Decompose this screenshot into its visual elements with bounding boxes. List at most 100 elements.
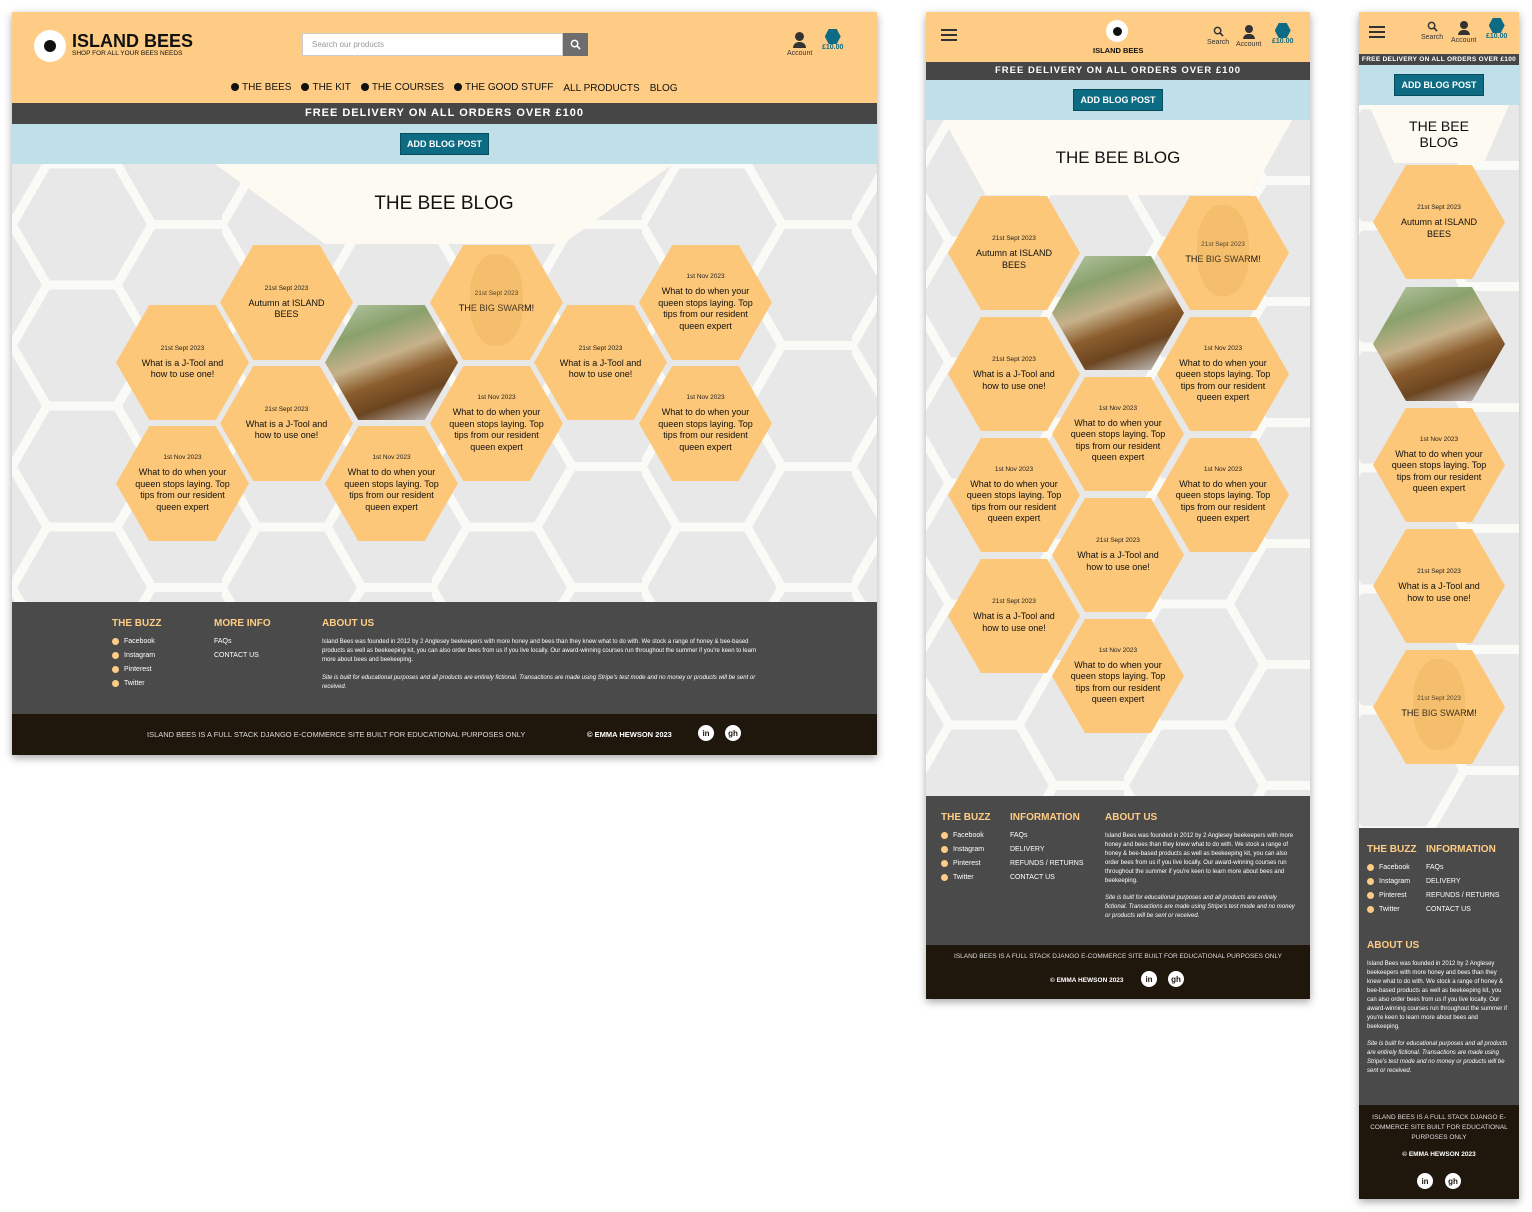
blog-card-queen[interactable]: 1st Nov 2023 What to do when your queen s… [325, 426, 458, 541]
nav-the-good-stuff[interactable]: THE GOOD STUFF [454, 82, 553, 93]
footer-about: ABOUT US Island Bees was founded in 2012… [1367, 940, 1511, 1076]
footer-link-instagram[interactable]: Instagram [941, 846, 990, 853]
footer-link-facebook[interactable]: Facebook [1367, 864, 1416, 871]
footer-link-faqs[interactable]: FAQs [1426, 864, 1500, 871]
bag-total: £10.00 [822, 44, 844, 51]
footer-link-contact[interactable]: CONTACT US [1426, 906, 1500, 913]
nav-all-products[interactable]: ALL PRODUCTS [563, 83, 639, 94]
linkedin-icon[interactable]: in [698, 725, 714, 741]
blog-card-queen[interactable]: 1st Nov 2023 What to do when your queen s… [948, 438, 1080, 552]
blog-card-jtool[interactable]: 21st Sept 2023 What is a J-Tool and how t… [948, 559, 1080, 673]
add-blog-post-button[interactable]: ADD BLOG POST [1394, 74, 1484, 96]
mobile-view: Search Account £10.00 FREE DELIVERY ON A… [1359, 12, 1519, 1199]
menu-icon[interactable] [1369, 23, 1385, 41]
account-link[interactable]: Account [1236, 25, 1261, 48]
search-link[interactable]: Search [1207, 26, 1229, 46]
add-blog-post-button[interactable]: ADD BLOG POST [1073, 89, 1163, 111]
footer-link-contact[interactable]: CONTACT US [1010, 874, 1084, 881]
brand-tagline: SHOP FOR ALL YOUR BEES NEEDS [72, 50, 183, 57]
account-link[interactable]: Account [1451, 21, 1476, 44]
blog-card-swarm[interactable]: 21st Sept 2023 THE BIG SWARM! [1157, 196, 1289, 310]
blog-card-queen[interactable]: 1st Nov 2023 What to do when your queen s… [430, 366, 563, 481]
blog-card-autumn[interactable]: 21st Sept 2023 Autumn at ISLAND BEES [948, 196, 1080, 310]
footer-link-pinterest[interactable]: Pinterest [941, 860, 990, 867]
footer-link-instagram[interactable]: Instagram [1367, 878, 1416, 885]
bee-logo-icon[interactable] [1106, 20, 1128, 42]
footer-link-facebook[interactable]: Facebook [941, 832, 990, 839]
footer-link-twitter[interactable]: Twitter [1367, 906, 1416, 913]
footer-link-contact[interactable]: CONTACT US [214, 652, 271, 659]
bag-link[interactable]: £10.00 [822, 29, 843, 51]
footer-link-instagram[interactable]: Instagram [112, 652, 161, 659]
brand-name[interactable]: ISLAND BEES [1093, 46, 1143, 55]
add-blog-post-button[interactable]: ADD BLOG POST [399, 133, 489, 155]
bag-link[interactable]: £10.00 [1486, 18, 1507, 40]
blog-card-queen[interactable]: 1st Nov 2023 What to do when your queen s… [1052, 377, 1184, 491]
blog-card-jtool[interactable]: 21st Sept 2023 What is a J-Tool and how t… [116, 305, 249, 420]
add-post-bar: ADD BLOG POST [926, 80, 1310, 120]
site-header: ISLAND BEES SHOP FOR ALL YOUR BEES NEEDS… [12, 12, 877, 103]
search-link[interactable]: Search [1421, 21, 1443, 41]
blog-card-jtool[interactable]: 21st Sept 2023 What is a J-Tool and how t… [220, 366, 353, 481]
github-icon[interactable]: gh [725, 725, 741, 741]
blog-card-swarm[interactable]: 21st Sept 2023 THE BIG SWARM! [430, 245, 563, 360]
footer-link-twitter[interactable]: Twitter [112, 680, 161, 687]
blog-card-queen[interactable]: 1st Nov 2023 What to do when your queen s… [639, 245, 772, 360]
search-button[interactable] [563, 33, 588, 56]
blog-title: THE BEE BLOG [215, 164, 673, 244]
footer-link-faqs[interactable]: FAQs [1010, 832, 1084, 839]
github-icon[interactable]: gh [1445, 1173, 1461, 1189]
footer-about-title: ABOUT US [1367, 940, 1420, 951]
blog-card-jtool[interactable]: 21st Sept 2023 What is a J-Tool and how t… [534, 305, 667, 420]
account-label: Account [787, 50, 813, 57]
user-icon [1244, 25, 1253, 33]
nav-the-bees[interactable]: THE BEES [231, 82, 291, 93]
footer-link-faqs[interactable]: FAQs [214, 638, 271, 645]
blog-card-queen[interactable]: 1st Nov 2023 What to do when your queen s… [1157, 317, 1289, 431]
nav-the-kit[interactable]: THE KIT [301, 82, 351, 93]
blog-card-queen[interactable]: 1st Nov 2023 What to do when your queen s… [1157, 438, 1289, 552]
footer-link-facebook[interactable]: Facebook [112, 638, 161, 645]
footer-bottom: ISLAND BEES IS A FULL STACK DJANGO E-COM… [926, 945, 1310, 999]
blog-card-queen[interactable]: 1st Nov 2023 What to do when your queen s… [1052, 619, 1184, 733]
blog-card-queen[interactable]: 1st Nov 2023 What to do when your queen s… [639, 366, 772, 481]
footer-buzz-title: THE BUZZ [941, 812, 991, 823]
footer-link-delivery[interactable]: DELIVERY [1010, 846, 1084, 853]
footer-link-refunds[interactable]: REFUNDS / RETURNS [1010, 860, 1084, 867]
bag-link[interactable]: £10.00 [1272, 23, 1293, 45]
footer-link-pinterest[interactable]: Pinterest [1367, 892, 1416, 899]
footer-disclaimer: Site is built for educational purposes a… [1367, 1041, 1508, 1074]
tablet-view: ISLAND BEES Search Account £10.00 FREE D… [926, 12, 1310, 999]
beekeeper-photo [1052, 256, 1184, 370]
nav-the-courses[interactable]: THE COURSES [360, 82, 444, 93]
nav-blog[interactable]: BLOG [650, 83, 678, 94]
brand-name[interactable]: ISLAND BEES [72, 31, 193, 52]
search-icon [1427, 21, 1438, 32]
footer-link-refunds[interactable]: REFUNDS / RETURNS [1426, 892, 1500, 899]
blog-title: THE BEE BLOG [944, 120, 1292, 195]
blog-card-jtool[interactable]: 21st Sept 2023 What is a J-Tool and how t… [948, 317, 1080, 431]
site-footer: THE BUZZ Facebook Instagram Pinterest Tw… [12, 602, 877, 714]
linkedin-icon[interactable]: in [1417, 1173, 1433, 1189]
bee-logo-icon[interactable] [34, 30, 66, 62]
footer-bottom-text: ISLAND BEES IS A FULL STACK DJANGO E-COM… [954, 953, 1282, 960]
user-icon [795, 32, 805, 41]
github-icon[interactable]: gh [1168, 971, 1184, 987]
mobile-footer: THE BUZZ Facebook Instagram Pinterest Tw… [1359, 828, 1519, 1105]
footer-link-twitter[interactable]: Twitter [941, 874, 990, 881]
blog-card-swarm[interactable]: 21st Sept 2023 THE BIG SWARM! [1373, 650, 1505, 764]
blog-card-jtool[interactable]: 21st Sept 2023 What is a J-Tool and how t… [1052, 498, 1184, 612]
blog-card-jtool[interactable]: 21st Sept 2023 What is a J-Tool and how t… [1373, 529, 1505, 643]
search-input[interactable]: Search our products [302, 33, 563, 56]
footer-link-pinterest[interactable]: Pinterest [112, 666, 161, 673]
blog-card-autumn[interactable]: 21st Sept 2023 Autumn at ISLAND BEES [1373, 165, 1505, 279]
account-link[interactable]: Account [787, 32, 812, 57]
blog-card-queen[interactable]: 1st Nov 2023 What to do when your queen s… [116, 426, 249, 541]
linkedin-icon[interactable]: in [1141, 971, 1157, 987]
blog-card-autumn[interactable]: 21st Sept 2023 Autumn at ISLAND BEES [220, 245, 353, 360]
footer-more-title: MORE INFO [214, 618, 271, 629]
delivery-banner: FREE DELIVERY ON ALL ORDERS OVER £100 [12, 103, 877, 124]
footer-link-delivery[interactable]: DELIVERY [1426, 878, 1500, 885]
menu-icon[interactable] [941, 26, 957, 44]
blog-card-queen[interactable]: 1st Nov 2023 What to do when your queen s… [1373, 408, 1505, 522]
